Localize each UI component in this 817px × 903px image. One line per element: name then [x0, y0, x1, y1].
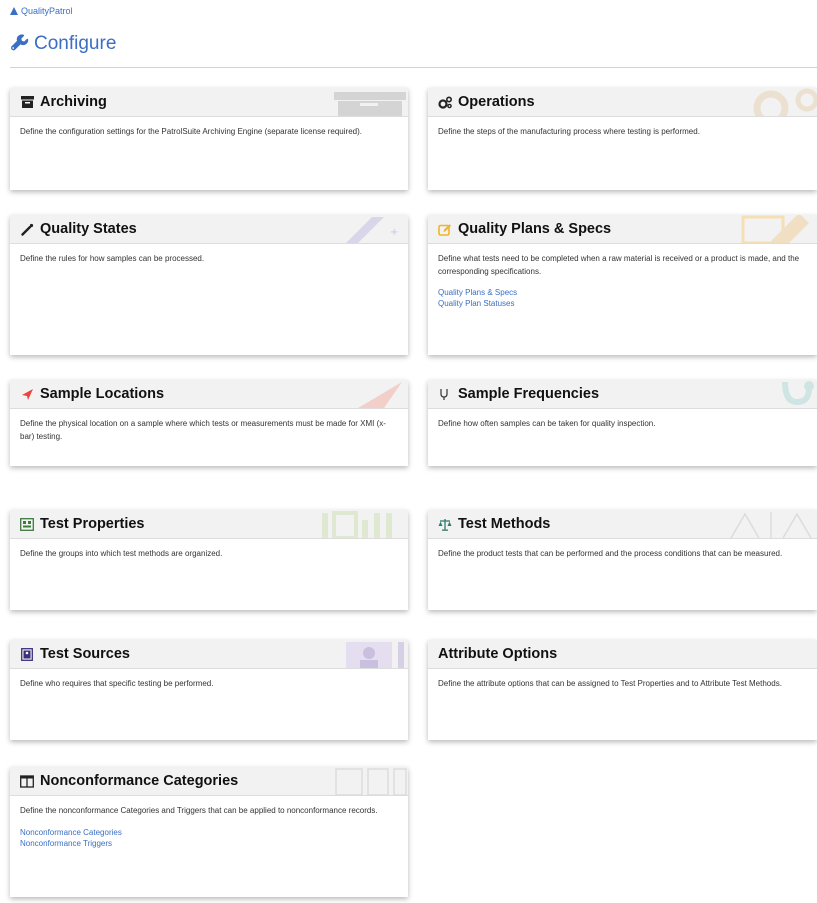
edit-watermark-icon	[741, 215, 809, 243]
card-sample-frequencies[interactable]: Sample Frequencies Define how often samp…	[428, 380, 817, 466]
card-header: Operations	[428, 88, 817, 117]
card-links: Quality Plans & Specs Quality Plan Statu…	[438, 287, 807, 309]
card-nonconformance[interactable]: Nonconformance Categories Define the non…	[10, 767, 408, 897]
card-title-attribute-options[interactable]: Attribute Options	[438, 646, 557, 662]
card-links: Nonconformance Categories Nonconformance…	[20, 827, 398, 849]
card-description: Define what tests need to be completed w…	[438, 254, 800, 276]
card-title-operations[interactable]: Operations	[458, 94, 535, 110]
edit-icon	[438, 222, 452, 236]
columns-icon	[20, 774, 34, 788]
title-divider	[10, 67, 817, 68]
card-operations[interactable]: Operations Define the steps of the manuf…	[428, 88, 817, 190]
link-quality-plans-specs[interactable]: Quality Plans & Specs	[438, 287, 807, 298]
card-header: Nonconformance Categories	[10, 767, 408, 796]
card-test-methods[interactable]: Test Methods Define the product tests th…	[428, 510, 817, 610]
pointer-watermark-icon	[358, 382, 402, 408]
card-body: Define who requires that specific testin…	[20, 679, 214, 688]
card-header: Test Methods	[428, 510, 817, 539]
card-body: Define the rules for how samples can be …	[20, 254, 205, 263]
card-title-sample-frequencies[interactable]: Sample Frequencies	[458, 386, 599, 402]
card-header: Sample Frequencies	[428, 380, 817, 409]
location-arrow-icon	[20, 387, 34, 401]
wrench-icon	[10, 34, 29, 51]
link-nonconformance-triggers[interactable]: Nonconformance Triggers	[20, 838, 398, 849]
card-quality-plans[interactable]: Quality Plans & Specs Define what tests …	[428, 215, 817, 355]
card-title-nonconformance[interactable]: Nonconformance Categories	[40, 773, 238, 789]
link-nonconformance-categories[interactable]: Nonconformance Categories	[20, 827, 398, 838]
card-title-quality-states[interactable]: Quality States	[40, 221, 137, 237]
card-body: Define the physical location on a sample…	[20, 419, 386, 441]
card-title-test-properties[interactable]: Test Properties	[40, 516, 145, 532]
stethoscope-icon	[438, 387, 452, 401]
breadcrumb[interactable]: QualityPatrol	[10, 6, 73, 16]
card-title-quality-plans[interactable]: Quality Plans & Specs	[458, 221, 611, 237]
page-title-text: Configure	[34, 33, 117, 54]
card-header: Sample Locations	[10, 380, 408, 409]
card-body: Define the steps of the manufacturing pr…	[438, 127, 700, 136]
card-body: Define the product tests that can be per…	[438, 549, 783, 558]
card-archiving[interactable]: Archiving Define the configuration setti…	[10, 88, 408, 190]
card-header: Quality Plans & Specs	[428, 215, 817, 244]
card-header: Test Sources	[10, 640, 408, 669]
stethoscope-watermark-icon	[782, 381, 814, 406]
archive-icon	[20, 95, 34, 109]
page-title: Configure	[10, 33, 116, 55]
card-body: Define the configuration settings for th…	[20, 127, 362, 136]
card-body: Define the groups into which test method…	[20, 549, 223, 558]
card-title-sample-locations[interactable]: Sample Locations	[40, 386, 164, 402]
columns-watermark-icon	[335, 768, 407, 795]
card-body: Define the nonconformance Categories and…	[10, 796, 408, 857]
card-quality-states[interactable]: + Quality States Define the rules for ho…	[10, 215, 408, 355]
contact-watermark-icon	[346, 642, 404, 668]
card-body: Define what tests need to be completed w…	[428, 244, 817, 317]
scale-watermark-icon	[730, 512, 812, 538]
card-header: Archiving	[10, 88, 408, 117]
card-test-properties[interactable]: Test Properties Define the groups into w…	[10, 510, 408, 610]
card-body: Define how often samples can be taken fo…	[438, 419, 656, 428]
link-quality-plan-statuses[interactable]: Quality Plan Statuses	[438, 298, 807, 309]
wand-watermark-icon: +	[346, 217, 398, 243]
card-body: Define the attribute options that can be…	[438, 679, 782, 688]
card-header: + Quality States	[10, 215, 408, 244]
card-sample-locations[interactable]: Sample Locations Define the physical loc…	[10, 380, 408, 466]
list-box-icon	[20, 517, 34, 531]
magic-wand-icon	[20, 222, 34, 236]
app-logo-icon	[10, 7, 18, 15]
card-title-test-sources[interactable]: Test Sources	[40, 646, 130, 662]
card-header: Attribute Options	[428, 640, 817, 669]
properties-watermark-icon	[322, 511, 392, 538]
card-test-sources[interactable]: Test Sources Define who requires that sp…	[10, 640, 408, 740]
contact-card-icon	[20, 647, 34, 661]
card-description: Define the nonconformance Categories and…	[20, 806, 378, 815]
breadcrumb-app-name[interactable]: QualityPatrol	[21, 6, 73, 16]
balance-scale-icon	[438, 517, 452, 531]
svg-text:+: +	[390, 227, 398, 238]
card-title-archiving[interactable]: Archiving	[40, 94, 107, 110]
archive-watermark-icon	[334, 92, 406, 116]
gears-watermark-icon	[753, 88, 817, 116]
card-attribute-options[interactable]: Attribute Options Define the attribute o…	[428, 640, 817, 740]
card-header: Test Properties	[10, 510, 408, 539]
gears-icon	[438, 95, 452, 109]
card-title-test-methods[interactable]: Test Methods	[458, 516, 550, 532]
